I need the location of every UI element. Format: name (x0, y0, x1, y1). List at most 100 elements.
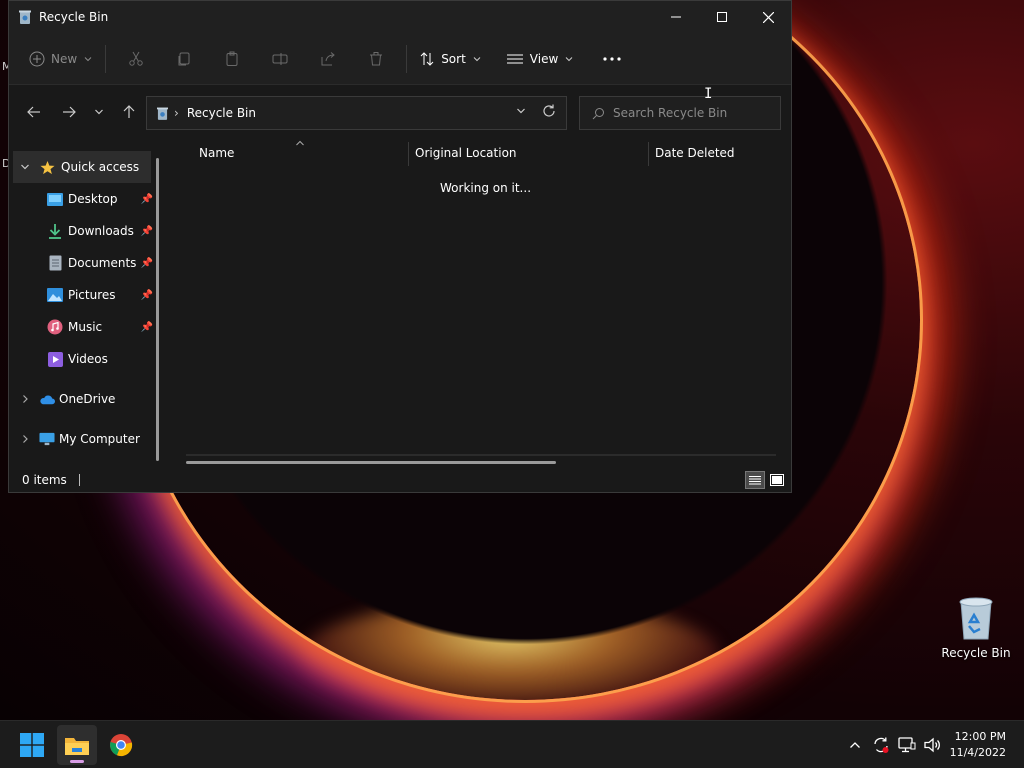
text-cursor-icon: I (704, 86, 713, 102)
arrow-left-icon (27, 106, 40, 118)
sidebar-item-desktop[interactable]: Desktop 📌 (9, 183, 159, 215)
search-input[interactable] (613, 106, 763, 120)
column-original-location[interactable]: Original Location (415, 146, 517, 160)
pin-icon[interactable]: 📌 (141, 226, 153, 237)
taskbar-chrome[interactable] (101, 725, 141, 765)
clipboard-icon (226, 51, 238, 66)
pictures-icon (47, 287, 63, 303)
back-button[interactable] (19, 97, 49, 127)
chevron-down-icon (95, 109, 103, 115)
sidebar-item-label: OneDrive (59, 392, 116, 406)
breadcrumb-item[interactable]: Recycle Bin (187, 106, 256, 120)
close-button[interactable] (745, 1, 791, 33)
computer-icon (39, 431, 55, 447)
window-title: Recycle Bin (39, 10, 109, 24)
delete-button[interactable] (358, 43, 394, 75)
speaker-icon (924, 737, 940, 753)
tiles-view-icon (770, 474, 784, 486)
horizontal-scroll-track (186, 454, 776, 456)
pin-icon[interactable]: 📌 (141, 258, 153, 269)
sidebar-item-pictures[interactable]: Pictures 📌 (9, 279, 159, 311)
minimize-icon (671, 16, 681, 18)
network-button[interactable] (895, 733, 919, 757)
more-options-button[interactable] (594, 43, 630, 75)
column-divider[interactable] (648, 142, 649, 166)
chevron-up-icon (850, 742, 860, 748)
toolbar-divider (105, 44, 107, 73)
share-button[interactable] (310, 43, 346, 75)
sidebar-item-videos[interactable]: Videos (9, 343, 159, 375)
minimize-button[interactable] (653, 1, 699, 33)
chevron-down-icon[interactable] (19, 162, 31, 172)
download-icon (47, 223, 63, 239)
sidebar-item-quick-access[interactable]: Quick access (13, 151, 151, 183)
refresh-icon[interactable] (542, 104, 556, 118)
taskbar-clock[interactable]: 12:00 PM 11/4/2022 (950, 729, 1006, 761)
trash-icon (370, 51, 383, 65)
large-icons-view-button[interactable] (767, 471, 787, 489)
copy-button[interactable] (166, 43, 202, 75)
column-date-deleted[interactable]: Date Deleted (655, 146, 735, 160)
sort-button[interactable]: Sort (413, 43, 488, 75)
pin-icon[interactable]: 📌 (141, 290, 153, 301)
network-icon (898, 737, 916, 753)
taskbar: 12:00 PM 11/4/2022 (0, 720, 1024, 768)
column-divider[interactable] (408, 142, 409, 166)
windows-logo-icon (20, 733, 44, 757)
recycle-bin-icon (959, 597, 993, 640)
desktop-recycle-bin[interactable]: Recycle Bin (940, 596, 1012, 660)
recent-locations-button[interactable] (84, 97, 114, 127)
ellipsis-icon (603, 56, 621, 61)
taskbar-file-explorer[interactable] (57, 725, 97, 765)
sidebar-item-onedrive[interactable]: OneDrive (9, 383, 159, 415)
chevron-right-icon[interactable] (19, 434, 31, 444)
plus-circle-icon (29, 51, 45, 66)
recycle-bin-icon (157, 107, 168, 120)
view-lines-icon (506, 54, 523, 63)
view-button[interactable]: View (500, 43, 580, 75)
new-label: New (51, 51, 78, 66)
command-bar: New Sort View (9, 33, 791, 85)
sidebar-item-my-computer[interactable]: My Computer (9, 423, 159, 455)
show-hidden-icons-button[interactable] (843, 733, 867, 757)
search-box[interactable] (579, 96, 781, 130)
start-button[interactable] (12, 725, 52, 765)
sort-label: Sort (441, 51, 466, 66)
sidebar-scrollbar[interactable] (156, 158, 159, 461)
chevron-down-icon (565, 56, 573, 61)
address-bar[interactable]: › Recycle Bin (146, 96, 567, 130)
paste-button[interactable] (214, 43, 250, 75)
sidebar-item-music[interactable]: Music 📌 (9, 311, 159, 343)
share-icon (321, 51, 335, 65)
column-name[interactable]: Name (199, 146, 234, 160)
horizontal-scrollbar[interactable] (186, 461, 556, 464)
pin-icon[interactable]: 📌 (141, 322, 153, 333)
new-button[interactable]: New (23, 43, 99, 75)
sidebar-item-documents[interactable]: Documents 📌 (9, 247, 159, 279)
forward-button[interactable] (54, 97, 84, 127)
chevron-down-icon[interactable] (516, 106, 526, 116)
rename-button[interactable] (262, 43, 298, 75)
arrow-right-icon (63, 106, 76, 118)
volume-button[interactable] (921, 733, 945, 757)
sidebar-item-label: Desktop (68, 192, 118, 206)
file-explorer-window: Recycle Bin New Sort View › Recycle Bin … (8, 0, 792, 493)
toolbar-divider (406, 44, 408, 73)
up-button[interactable] (114, 97, 144, 127)
video-icon (47, 351, 63, 367)
chevron-down-icon (84, 56, 92, 61)
recycle-bin-icon (19, 10, 31, 24)
title-bar[interactable]: Recycle Bin (9, 1, 791, 33)
cut-button[interactable] (118, 43, 154, 75)
maximize-button[interactable] (699, 1, 745, 33)
sidebar-item-label: My Computer (59, 432, 140, 446)
sync-icon (874, 737, 889, 753)
sidebar-item-label: Quick access (61, 160, 140, 174)
sync-status-button[interactable] (869, 733, 893, 757)
pin-icon[interactable]: 📌 (141, 194, 153, 205)
clock-date: 11/4/2022 (949, 746, 1006, 759)
details-view-button[interactable] (745, 471, 765, 489)
sidebar-item-downloads[interactable]: Downloads 📌 (9, 215, 159, 247)
chevron-right-icon[interactable] (19, 394, 31, 404)
desktop-icon-label: Recycle Bin (941, 646, 1011, 660)
